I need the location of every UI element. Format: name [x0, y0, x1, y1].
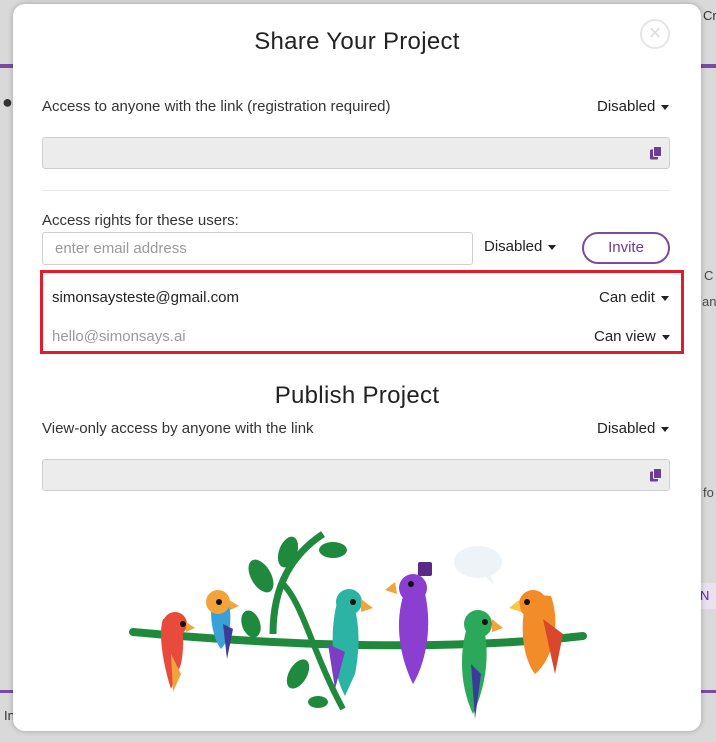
- copy-icon[interactable]: [649, 146, 663, 160]
- section-divider: [42, 190, 670, 191]
- user-email: simonsaysteste@gmail.com: [52, 289, 239, 306]
- publish-section-title: Publish Project: [274, 382, 440, 409]
- link-access-label: Access to anyone with the link (registra…: [42, 98, 391, 115]
- background-text-fragment: C: [704, 268, 714, 283]
- copy-icon[interactable]: [649, 468, 663, 482]
- user-access-label: Access rights for these users:: [42, 212, 239, 229]
- close-button[interactable]: ×: [640, 19, 670, 49]
- user-permission-value: Can view: [594, 328, 656, 345]
- shared-users-list: simonsaysteste@gmail.com Can edit hello@…: [40, 270, 684, 354]
- background-text-fragment: an: [702, 294, 716, 309]
- publish-access-label: View-only access by anyone with the link: [42, 420, 314, 437]
- user-permission-dropdown[interactable]: Can edit: [599, 289, 669, 306]
- share-project-modal: Share Your Project × Access to anyone wi…: [13, 4, 701, 731]
- caret-down-icon: [660, 295, 669, 301]
- close-icon: ×: [648, 20, 662, 45]
- background-button-fragment: N: [700, 583, 716, 609]
- caret-down-icon: [661, 426, 670, 432]
- caret-down-icon: [661, 104, 670, 110]
- caret-down-icon: [661, 334, 670, 340]
- user-email: hello@simonsays.ai: [52, 328, 186, 345]
- publish-access-status: Disabled: [597, 420, 656, 437]
- person-icon: ●: [2, 92, 13, 112]
- invite-permission-value: Disabled: [484, 238, 543, 255]
- user-permission-value: Can edit: [599, 289, 655, 306]
- publish-link-field[interactable]: [42, 459, 670, 491]
- modal-title: Share Your Project: [254, 28, 460, 55]
- invite-permission-dropdown[interactable]: Disabled: [484, 238, 557, 255]
- background-text-fragment: Cr: [703, 8, 716, 23]
- link-access-status: Disabled: [597, 98, 656, 115]
- email-input[interactable]: [42, 232, 473, 265]
- caret-down-icon: [548, 244, 557, 250]
- publish-access-dropdown[interactable]: Disabled: [597, 420, 670, 437]
- background-text-fragment: fo: [703, 485, 714, 500]
- invite-button[interactable]: Invite: [582, 232, 670, 264]
- share-link-field[interactable]: [42, 137, 670, 169]
- parrots-illustration: [129, 531, 587, 719]
- user-permission-dropdown[interactable]: Can view: [594, 328, 670, 345]
- link-access-dropdown[interactable]: Disabled: [597, 98, 670, 115]
